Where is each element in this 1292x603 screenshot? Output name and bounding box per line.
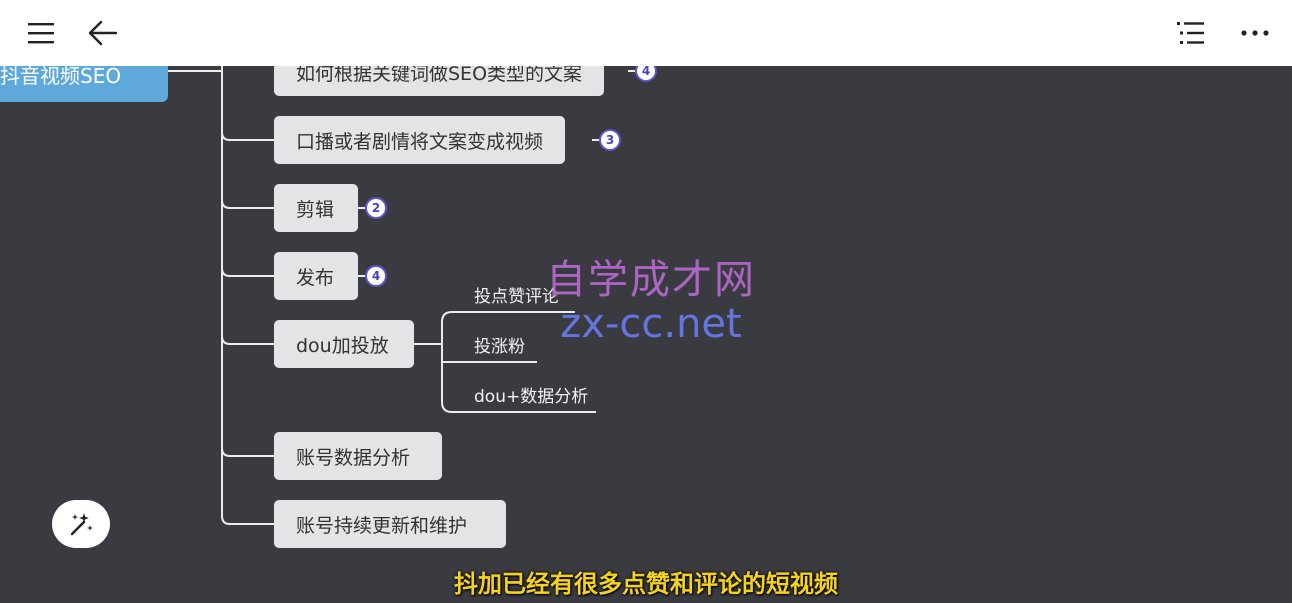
node-account-analytics[interactable]: 账号数据分析 bbox=[274, 432, 442, 480]
root-node[interactable]: 抖音视频SEO bbox=[0, 66, 168, 102]
arrow-left-icon bbox=[88, 20, 118, 46]
list-outline-icon bbox=[1177, 22, 1204, 44]
node-label: 如何根据关键词做SEO类型的文案 bbox=[296, 66, 583, 85]
node-editing[interactable]: 剪辑 bbox=[274, 184, 358, 232]
mindmap-connectors bbox=[168, 66, 636, 525]
hamburger-menu-icon bbox=[28, 23, 54, 44]
node-seo-copywriting[interactable]: 如何根据关键词做SEO类型的文案 bbox=[274, 66, 605, 96]
node-label: 口播或者剧情将文案变成视频 bbox=[296, 130, 544, 153]
node-label: 账号数据分析 bbox=[296, 446, 411, 469]
back-button[interactable] bbox=[78, 8, 128, 58]
mindmap-canvas[interactable]: 抖音视频SEO 如何根据关键词做SEO类型的文案 4 口播或者剧情将文案变成视频… bbox=[0, 66, 1292, 603]
leaf-likes-comments[interactable]: 投点赞评论 bbox=[474, 282, 559, 307]
node-label: 剪辑 bbox=[296, 198, 335, 221]
node-account-maintenance[interactable]: 账号持续更新和维护 bbox=[274, 500, 506, 548]
menu-button[interactable] bbox=[16, 8, 66, 58]
node-label: dou加投放 bbox=[296, 334, 389, 357]
node-label: 发布 bbox=[296, 266, 335, 289]
outline-button[interactable] bbox=[1166, 8, 1216, 58]
node-script-to-video[interactable]: 口播或者剧情将文案变成视频 bbox=[274, 116, 566, 164]
node-count-badge[interactable]: 4 bbox=[365, 265, 387, 287]
leaf-dou-analytics[interactable]: dou+数据分析 bbox=[474, 382, 588, 407]
top-toolbar bbox=[0, 0, 1292, 66]
ai-magic-button[interactable] bbox=[52, 500, 110, 548]
more-horizontal-icon bbox=[1241, 30, 1269, 36]
node-label: 账号持续更新和维护 bbox=[296, 514, 468, 537]
node-count-badge[interactable]: 3 bbox=[599, 129, 621, 151]
leaf-followers[interactable]: 投涨粉 bbox=[474, 332, 525, 357]
magic-wand-sparkle-icon bbox=[70, 513, 93, 536]
more-button[interactable] bbox=[1230, 8, 1280, 58]
node-count-badge[interactable]: 2 bbox=[365, 197, 387, 219]
node-dou-plus[interactable]: dou加投放 bbox=[274, 320, 414, 368]
node-publish[interactable]: 发布 bbox=[274, 252, 358, 300]
video-subtitle: 抖加已经有很多点赞和评论的短视频 bbox=[454, 570, 838, 598]
